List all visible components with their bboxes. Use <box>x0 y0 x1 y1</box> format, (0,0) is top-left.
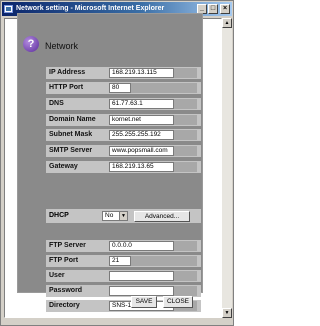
close-window-button[interactable]: × <box>220 4 230 14</box>
vertical-scrollbar[interactable]: ▲ ▼ <box>222 18 232 318</box>
row-filler <box>174 162 197 172</box>
field-label: FTP Port <box>49 257 79 264</box>
dhcp-selected-value: No <box>105 212 114 219</box>
scroll-up-arrow-icon[interactable]: ▲ <box>222 18 232 28</box>
field-label: IP Address <box>49 69 86 76</box>
dhcp-label: DHCP <box>49 212 69 219</box>
password-input[interactable] <box>109 286 174 296</box>
row-filler <box>174 286 197 296</box>
save-button[interactable]: SAVE <box>131 296 157 308</box>
scroll-down-arrow-icon[interactable]: ▼ <box>222 308 232 318</box>
close-button[interactable]: CLOSE <box>163 296 193 308</box>
smtp-server-input[interactable]: www.popsmall.com <box>109 146 174 156</box>
ftp-port-input[interactable]: 21 <box>109 256 131 266</box>
row-filler <box>174 68 197 78</box>
http-port-input[interactable]: 80 <box>109 83 131 93</box>
field-label: Gateway <box>49 163 78 170</box>
http-port-row: HTTP Port 80 <box>46 82 201 94</box>
gateway-input[interactable]: 168.219.13.65 <box>109 162 174 172</box>
status-bar <box>4 319 232 325</box>
ip-address-row: IP Address 168.219.13.115 <box>46 67 201 79</box>
field-label: Domain Name <box>49 116 96 123</box>
field-label: DNS <box>49 100 64 107</box>
question-mark-icon: ? <box>23 36 39 52</box>
subnet-mask-row: Subnet Mask 255.255.255.192 <box>46 129 201 141</box>
dhcp-row: DHCP No ▼ Advanced... <box>46 209 201 223</box>
subnet-mask-input[interactable]: 255.255.255.192 <box>109 130 174 140</box>
field-label: HTTP Port <box>49 84 84 91</box>
advanced-button[interactable]: Advanced... <box>134 211 190 222</box>
row-filler <box>174 241 197 251</box>
dns-input[interactable]: 61.77.63.1 <box>109 99 174 109</box>
gateway-row: Gateway 168.219.13.65 <box>46 161 201 173</box>
dhcp-select[interactable]: No ▼ <box>102 211 128 221</box>
window-title: Network setting - Microsoft Internet Exp… <box>16 5 165 12</box>
ie-window: Network setting - Microsoft Internet Exp… <box>0 0 234 326</box>
row-filler <box>174 271 197 281</box>
user-input[interactable] <box>109 271 174 281</box>
ie-window-icon <box>4 5 13 13</box>
domain-name-input[interactable]: kornet.net <box>109 115 174 125</box>
field-label: Directory <box>49 302 80 309</box>
field-label: User <box>49 272 65 279</box>
field-label: Subnet Mask <box>49 131 93 138</box>
row-filler <box>174 130 197 140</box>
chevron-down-icon[interactable]: ▼ <box>119 212 127 220</box>
page-title: Network <box>45 41 79 51</box>
dns-row: DNS 61.77.63.1 <box>46 98 201 110</box>
row-filler <box>131 256 197 266</box>
smtp-server-row: SMTP Server www.popsmall.com <box>46 145 201 157</box>
row-filler <box>174 115 197 125</box>
ftp-server-row: FTP Server 0.0.0.0 <box>46 240 201 252</box>
ip-address-input[interactable]: 168.219.13.115 <box>109 68 174 78</box>
field-label: FTP Server <box>49 242 86 249</box>
field-label: SMTP Server <box>49 147 93 154</box>
ftp-server-input[interactable]: 0.0.0.0 <box>109 241 174 251</box>
maximize-button[interactable]: □ <box>208 4 218 14</box>
ftp-port-row: FTP Port 21 <box>46 255 201 267</box>
field-label: Password <box>49 287 83 294</box>
row-filler <box>174 146 197 156</box>
user-row: User <box>46 270 201 282</box>
row-filler <box>131 83 197 93</box>
row-filler <box>174 99 197 109</box>
domain-name-row: Domain Name kornet.net <box>46 114 201 126</box>
